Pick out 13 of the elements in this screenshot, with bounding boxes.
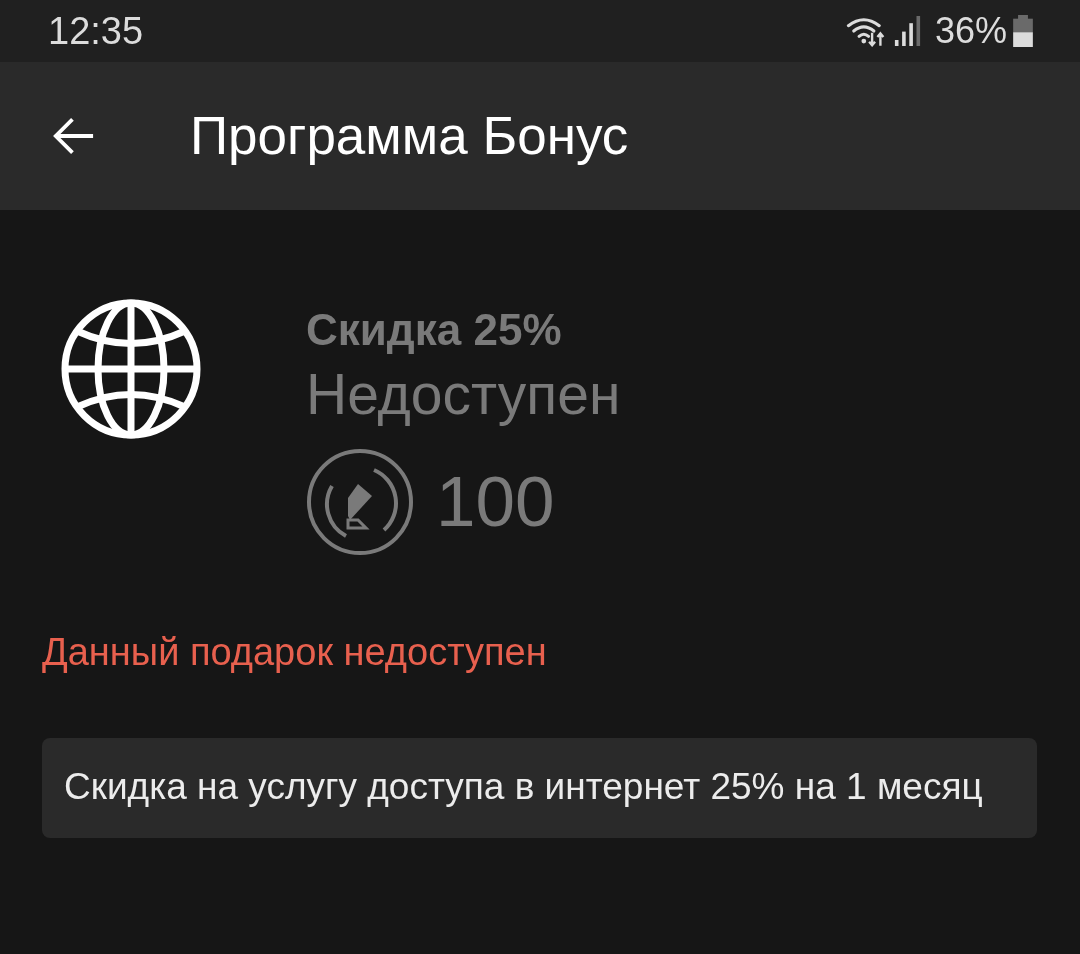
gift-status: Недоступен (306, 362, 621, 428)
gift-price: 100 (436, 466, 555, 538)
battery-percent: 36% (934, 13, 1007, 49)
globe-icon (60, 298, 202, 440)
unavailable-message: Данный подарок недоступен (42, 629, 547, 675)
signal-icon (893, 16, 921, 46)
battery-icon (1013, 15, 1033, 47)
coin-icon (306, 447, 414, 556)
status-time: 12:35 (48, 12, 144, 50)
gift-title: Скидка 25% (306, 306, 563, 355)
screen-title: Программа Бонус (190, 105, 629, 168)
back-arrow-icon (51, 115, 95, 157)
description-text: Скидка на услугу доступа в интернет 25% на 1 месяц (64, 765, 983, 810)
